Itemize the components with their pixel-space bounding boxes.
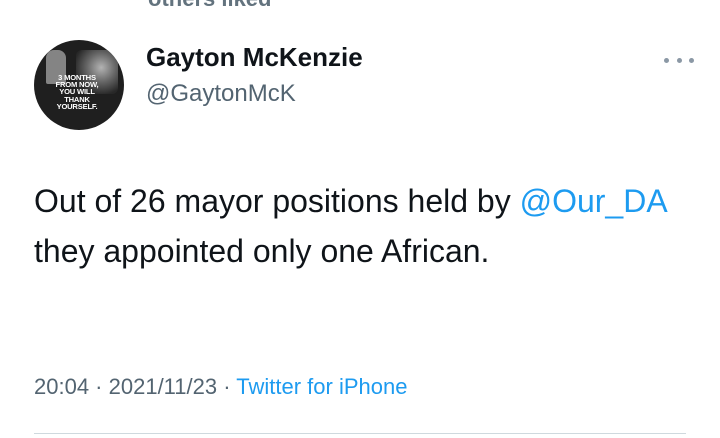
avatar[interactable]: 3 MONTHS FROM NOW, YOU WILL THANK YOURSE…	[34, 40, 124, 130]
meta-separator: ·	[217, 374, 237, 399]
tweet-source-link[interactable]: Twitter for iPhone	[236, 374, 407, 399]
avatar-caption: 3 MONTHS FROM NOW, YOU WILL THANK YOURSE…	[48, 74, 106, 111]
tweet-text-part: they appointed only one African.	[34, 233, 490, 269]
mention-link[interactable]: @Our_DA	[520, 183, 666, 219]
tweet-date[interactable]: 2021/11/23	[109, 374, 217, 399]
more-options-icon[interactable]	[664, 54, 694, 66]
author-name[interactable]: Gayton McKenzie	[146, 42, 363, 73]
more-dot	[676, 57, 682, 63]
divider	[34, 433, 686, 434]
more-dot	[664, 57, 669, 63]
more-dot	[689, 57, 694, 63]
avatar-caption-line: YOURSELF.	[56, 101, 98, 111]
tweet-text: Out of 26 mayor positions held by @Our_D…	[34, 176, 694, 276]
tweet-metadata: 20:04 · 2021/11/23 · Twitter for iPhone	[34, 374, 407, 400]
tweet-time[interactable]: 20:04	[34, 374, 89, 399]
author-handle[interactable]: @GaytonMcK	[146, 80, 296, 108]
meta-separator: ·	[89, 374, 109, 399]
tweet-text-part: Out of 26 mayor positions held by	[34, 183, 520, 219]
social-context-label: others liked	[148, 0, 271, 12]
